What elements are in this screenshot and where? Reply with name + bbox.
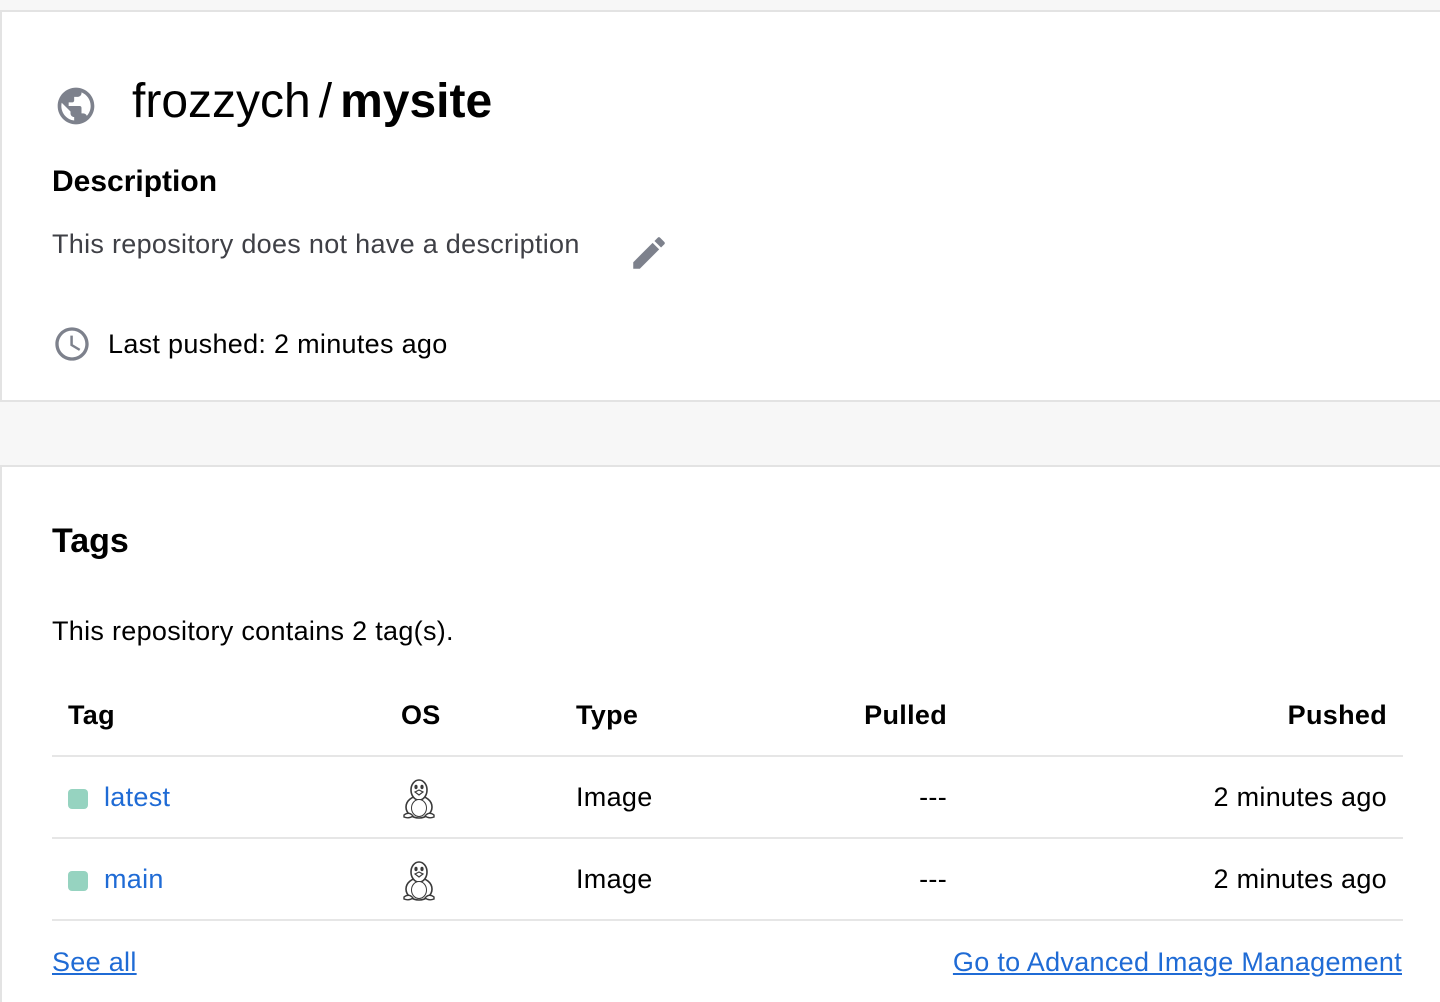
tag-pulled: --- (919, 782, 947, 812)
column-header-pulled[interactable]: Pulled (864, 675, 947, 755)
repository-namespace: frozzych (132, 75, 311, 128)
tag-status-dot (68, 871, 88, 891)
see-all-link[interactable]: See all (52, 947, 137, 978)
tag-type: Image (576, 782, 653, 812)
tags-table: Tag OS Type Pulled Pushed latest Image -… (52, 675, 1403, 921)
linux-icon (401, 777, 437, 819)
tags-heading: Tags (52, 522, 129, 560)
clock-icon (52, 324, 92, 364)
title-separator: / (318, 75, 333, 128)
last-pushed-text: Last pushed: 2 minutes ago (108, 329, 448, 359)
tag-pulled: --- (919, 864, 947, 894)
table-row: latest Image --- 2 minutes ago (52, 757, 1403, 839)
advanced-image-management-link[interactable]: Go to Advanced Image Management (953, 947, 1402, 978)
repository-name: mysite (340, 75, 493, 128)
description-text: This repository does not have a descript… (52, 229, 580, 259)
table-row: main Image --- 2 minutes ago (52, 839, 1403, 921)
repository-overview-card: frozzych / mysite Description This reposit… (0, 10, 1440, 402)
repository-title: frozzych / mysite (132, 72, 492, 132)
tag-pushed: 2 minutes ago (1213, 782, 1387, 812)
linux-icon (401, 859, 437, 901)
tags-card: Tags This repository contains 2 tag(s). … (0, 465, 1440, 1002)
pencil-icon[interactable] (628, 232, 670, 274)
tag-link[interactable]: main (104, 839, 164, 919)
column-header-pushed[interactable]: Pushed (1288, 675, 1387, 755)
column-header-os[interactable]: OS (401, 675, 441, 755)
description-heading: Description (52, 165, 218, 198)
tags-count-text: This repository contains 2 tag(s). (52, 616, 454, 646)
column-header-type[interactable]: Type (576, 675, 638, 755)
tag-status-dot (68, 789, 88, 809)
globe-icon (54, 84, 98, 128)
column-header-tag[interactable]: Tag (68, 675, 115, 755)
tag-type: Image (576, 864, 653, 894)
tag-pushed: 2 minutes ago (1213, 864, 1387, 894)
tag-link[interactable]: latest (104, 757, 170, 837)
table-header-row: Tag OS Type Pulled Pushed (52, 675, 1403, 757)
